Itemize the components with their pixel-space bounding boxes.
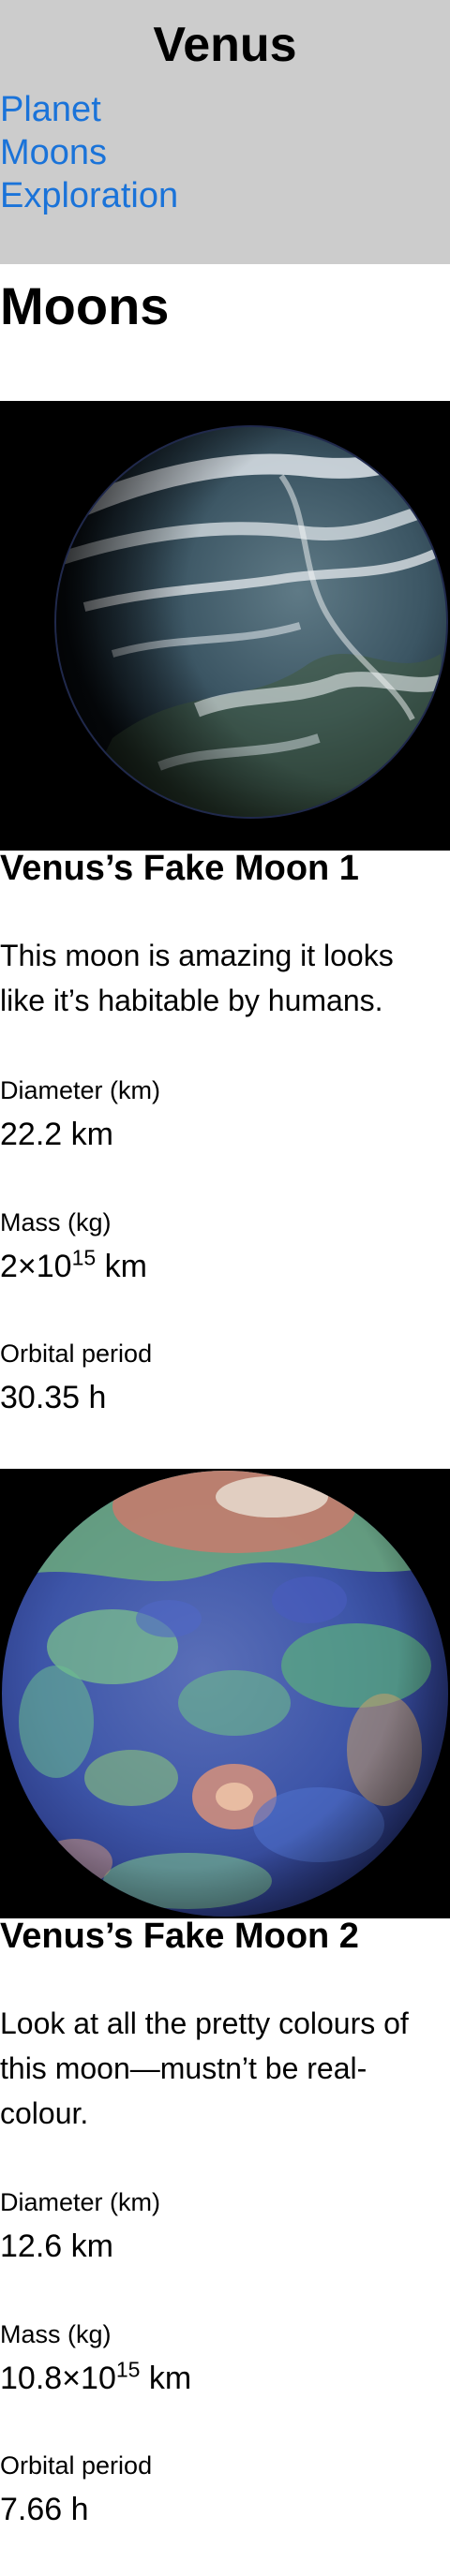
moon-2-diameter-label: Diameter (km) xyxy=(0,2188,161,2216)
moon-2-image xyxy=(0,1469,450,1918)
moon-card-1 xyxy=(0,401,450,851)
nav-link-exploration[interactable]: Exploration xyxy=(0,174,178,217)
moon-2-description: Look at all the pretty colours of this m… xyxy=(0,2006,409,2130)
moon-1-mass-label: Mass (kg) xyxy=(0,1208,112,1236)
moon-1-mass-value: 2×1015 km xyxy=(0,1245,147,1284)
moon-2-diameter-value: 12.6 km xyxy=(0,2228,113,2264)
moon-2-mass-label: Mass (kg) xyxy=(0,2320,112,2348)
moon-1-name: Venus’s Fake Moon 1 xyxy=(0,849,359,888)
site-title: Venus xyxy=(153,18,297,72)
moon-2-period-label: Orbital period xyxy=(0,2451,153,2480)
main-nav: Planet Moons Exploration xyxy=(0,88,178,217)
moon-2-period-value: 7.66 h xyxy=(0,2492,89,2527)
moon-card-2 xyxy=(0,1469,450,1918)
moon-2-name: Venus’s Fake Moon 2 xyxy=(0,1917,359,1956)
nav-link-moons[interactable]: Moons xyxy=(0,131,178,174)
page-heading: Moons xyxy=(0,276,170,335)
moon-1-period-label: Orbital period xyxy=(0,1340,153,1368)
moon-1-diameter-label: Diameter (km) xyxy=(0,1076,161,1104)
moon-1-diameter-value: 22.2 km xyxy=(0,1117,113,1152)
moon-2-mass-value: 10.8×1015 km xyxy=(0,2357,192,2396)
moon-1-description: This moon is amazing it looks like it’s … xyxy=(0,939,394,1017)
site-header: Venus Planet Moons Exploration xyxy=(0,0,450,264)
nav-link-planet[interactable]: Planet xyxy=(0,88,178,131)
moon-1-image xyxy=(0,401,450,851)
moon-1-period-value: 30.35 h xyxy=(0,1380,107,1415)
